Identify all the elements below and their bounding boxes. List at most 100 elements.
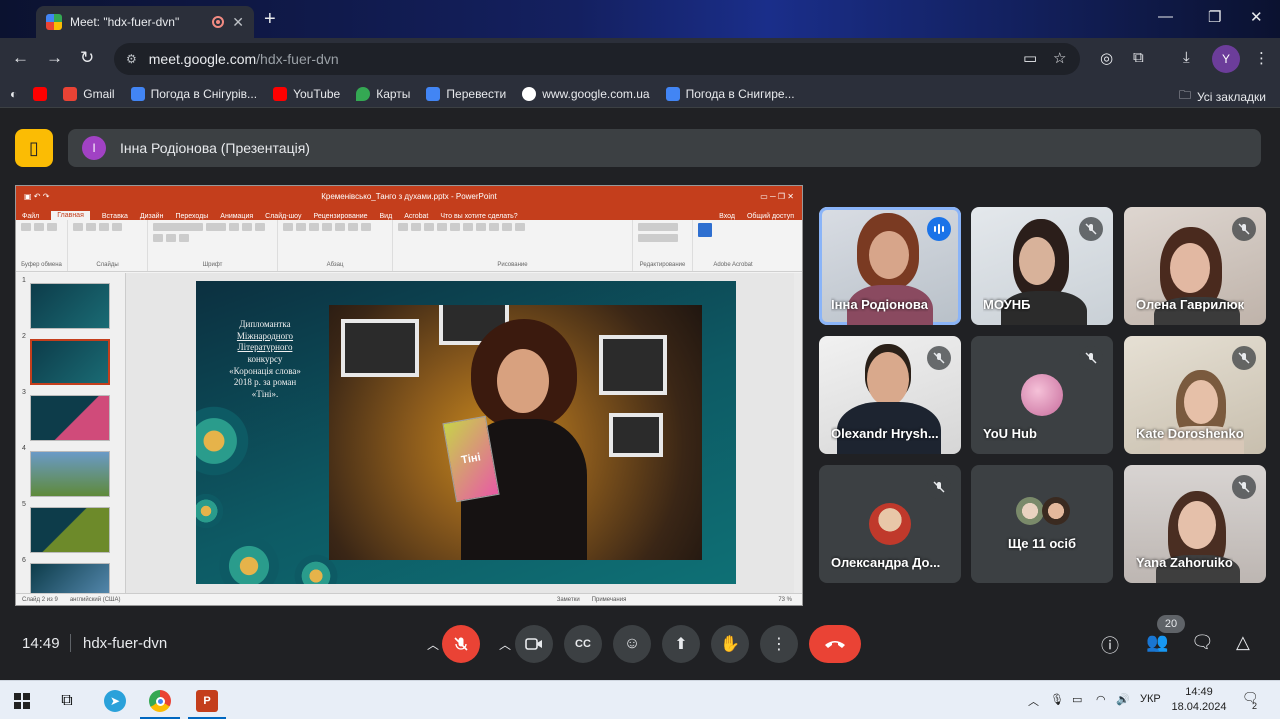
presenter-avatar: І bbox=[82, 136, 106, 160]
participant-count-badge: 20 bbox=[1157, 615, 1185, 633]
decorative-flower-icon bbox=[196, 491, 226, 531]
download-icon[interactable]: ⤓ bbox=[1183, 49, 1190, 66]
people-icon[interactable]: 👥 bbox=[1146, 632, 1168, 653]
participant-tile[interactable]: МОУНБ bbox=[971, 207, 1113, 325]
ppt-group-editing: Редактирование bbox=[633, 220, 693, 271]
minimize-window-button[interactable]: — bbox=[1158, 8, 1173, 25]
bookmark-translate[interactable]: Перевести bbox=[426, 86, 506, 101]
profile-avatar[interactable]: Y bbox=[1212, 45, 1240, 73]
meeting-code: hdx-fuer-dvn bbox=[83, 635, 168, 652]
participant-name: Інна Родіонова bbox=[831, 297, 928, 312]
presentation-layout-icon[interactable]: ▯ bbox=[15, 129, 53, 167]
ppt-window-controls-icon: ▭ ─ ❐ ✕ bbox=[760, 191, 794, 201]
decorative-flower-icon bbox=[214, 531, 284, 584]
mic-muted-icon bbox=[1232, 475, 1256, 499]
meeting-info-icon[interactable]: ⓘ bbox=[1101, 632, 1119, 658]
leave-call-button[interactable] bbox=[809, 625, 861, 663]
chrome-icon[interactable] bbox=[148, 689, 172, 713]
tray-chevron-icon[interactable]: ︿ bbox=[1028, 693, 1039, 709]
participant-tile[interactable]: Олександра До... bbox=[819, 465, 961, 583]
restore-window-button[interactable]: ❐ bbox=[1208, 8, 1221, 26]
url-host: meet.google.com bbox=[148, 51, 257, 67]
participant-tile[interactable]: YoU Hub bbox=[971, 336, 1113, 454]
audio-options-chevron-icon[interactable]: ︿ bbox=[424, 625, 442, 663]
windows-start-icon[interactable] bbox=[10, 689, 34, 713]
puzzle-extensions-icon[interactable]: ⧉ bbox=[1133, 49, 1144, 66]
ppt-tab-slideshow: Слайд-шоу bbox=[265, 213, 302, 220]
reactions-button[interactable]: ☺ bbox=[613, 625, 651, 663]
bookmark-star-icon[interactable]: ☆ bbox=[1053, 49, 1066, 67]
ppt-group-clipboard: Буфер обмена bbox=[16, 220, 68, 271]
participant-name: Kate Doroshenko bbox=[1136, 426, 1244, 441]
ppt-tab-review: Рецензирование bbox=[313, 213, 368, 220]
present-button[interactable]: ⬆ bbox=[662, 625, 700, 663]
raise-hand-button[interactable]: ✋ bbox=[711, 625, 749, 663]
wall-picture bbox=[341, 319, 419, 377]
wall-picture bbox=[609, 413, 663, 457]
forward-button[interactable]: → bbox=[46, 48, 63, 68]
camera-in-use-icon[interactable]: ▭ bbox=[1023, 49, 1037, 67]
close-tab-icon[interactable]: ✕ bbox=[232, 14, 244, 31]
chat-icon[interactable]: 🗨 bbox=[1191, 632, 1214, 653]
reload-button[interactable]: ↻ bbox=[80, 48, 94, 68]
telegram-icon[interactable]: ➤ bbox=[103, 689, 127, 713]
input-language[interactable]: УКР bbox=[1140, 693, 1161, 705]
mic-muted-icon bbox=[927, 346, 951, 370]
bookmark-weather-1[interactable]: Погода в Снігурів... bbox=[130, 86, 257, 101]
google-icon bbox=[522, 86, 537, 101]
new-tab-button[interactable]: + bbox=[264, 8, 276, 31]
bookmark-gmail[interactable]: Gmail bbox=[63, 86, 115, 101]
participant-avatar bbox=[869, 503, 911, 545]
volume-icon[interactable]: 🔊 bbox=[1116, 693, 1130, 706]
mic-toggle-button[interactable] bbox=[442, 625, 480, 663]
bookmark-apps-icon[interactable]: ◐ bbox=[10, 87, 17, 101]
all-bookmarks-button[interactable]: 🗀 Усі закладки bbox=[1179, 86, 1266, 107]
participant-tile[interactable]: Олена Гаврилюк bbox=[1124, 207, 1266, 325]
participant-tile[interactable]: Olexandr Hrysh... bbox=[819, 336, 961, 454]
browser-menu-icon[interactable]: ⋮ bbox=[1254, 49, 1269, 67]
bookmark-youtube-icon[interactable] bbox=[33, 86, 48, 101]
activities-icon[interactable]: △ bbox=[1236, 632, 1250, 653]
ppt-tell-me: Что вы хотите сделать? bbox=[440, 213, 518, 220]
bookmark-weather-2[interactable]: Погода в Снигире... bbox=[665, 86, 795, 101]
participant-tile[interactable]: Yana Zahoruiko bbox=[1124, 465, 1266, 583]
bookmark-youtube[interactable]: YouTube bbox=[273, 86, 340, 101]
wifi-icon[interactable]: ◠ bbox=[1096, 693, 1106, 706]
mic-muted-icon bbox=[927, 475, 951, 499]
video-options-chevron-icon[interactable]: ︿ bbox=[496, 625, 514, 663]
ppt-share: Общий доступ bbox=[746, 213, 794, 220]
powerpoint-icon[interactable]: P bbox=[195, 689, 219, 713]
meet-favicon-icon bbox=[46, 14, 62, 30]
ppt-tab-design: Дизайн bbox=[139, 213, 164, 220]
windows-taskbar: ⧉ ➤ P ︿ 🎙 ▭ ◠ 🔊 УКР 14:49 18.04.2024 🗨 2 bbox=[0, 680, 1280, 719]
more-vert-icon: ⋮ bbox=[771, 636, 787, 653]
mic-off-icon bbox=[454, 637, 468, 651]
back-button[interactable]: ← bbox=[12, 48, 29, 68]
close-window-button[interactable]: ✕ bbox=[1250, 8, 1263, 26]
task-view-icon[interactable]: ⧉ bbox=[55, 689, 79, 713]
author-figure: Тіні bbox=[442, 319, 599, 560]
hang-up-icon bbox=[825, 641, 845, 648]
taskbar-clock[interactable]: 14:49 18.04.2024 bbox=[1166, 685, 1232, 715]
participant-tile[interactable]: Kate Doroshenko bbox=[1124, 336, 1266, 454]
captions-button[interactable]: CC bbox=[564, 625, 602, 663]
participant-name: Олександра До... bbox=[831, 555, 941, 570]
bookmark-google[interactable]: www.google.com.ua bbox=[522, 86, 650, 101]
microphone-tray-icon[interactable]: 🎙 bbox=[1050, 693, 1064, 706]
slide-scrollbar[interactable] bbox=[794, 273, 802, 595]
site-info-icon[interactable]: ⚙ bbox=[126, 52, 137, 66]
others-tile[interactable]: Ще 11 осіб bbox=[971, 465, 1113, 583]
ppt-group-drawing: Рисование bbox=[393, 220, 633, 271]
browser-tab-meet[interactable]: Meet: "hdx-fuer-dvn" ✕ bbox=[36, 6, 254, 38]
camera-toggle-button[interactable] bbox=[515, 625, 553, 663]
decorative-flower-icon bbox=[196, 401, 254, 481]
mic-muted-icon bbox=[1079, 217, 1103, 241]
bookmark-maps[interactable]: Карты bbox=[356, 86, 410, 101]
ppt-tab-acrobat: Acrobat bbox=[404, 213, 429, 220]
participant-tile[interactable]: Інна Родіонова bbox=[819, 207, 961, 325]
extension-icon[interactable]: ◎ bbox=[1100, 49, 1113, 67]
address-bar[interactable]: ⚙ meet.google.com/hdx-fuer-dvn bbox=[114, 43, 1080, 75]
mic-muted-icon bbox=[1079, 346, 1103, 370]
battery-icon[interactable]: ▭ bbox=[1072, 693, 1082, 706]
more-options-button[interactable]: ⋮ bbox=[760, 625, 798, 663]
